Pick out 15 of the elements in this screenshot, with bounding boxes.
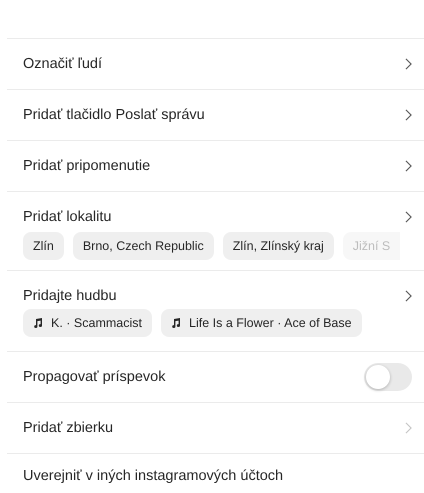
row-label[interactable]: Pridať tlačidlo Poslať správu [23,107,205,123]
music-note-icon [33,318,43,328]
row-label[interactable]: Pridať pripomenutie [23,158,150,174]
location-chip[interactable]: Zlín, Zlínský kraj [222,232,334,260]
music-chip[interactable]: Life Is a Flower · Ace of Base [161,309,362,337]
row-label[interactable]: Uverejniť v iných instagramových účtoch [23,468,284,484]
music-note-icon [171,318,181,328]
row-label[interactable]: Označiť ľudí [23,56,102,72]
toggle-switch[interactable] [364,363,412,391]
row-label: Propagovať príspevok [23,369,166,385]
row-label[interactable]: Pridajte hudbu [23,288,117,304]
location-chip[interactable]: Zlín [23,232,64,260]
location-chip[interactable]: Brno, Czech Republic [72,232,214,260]
music-chip[interactable]: K. · Scammacist [23,309,152,337]
row-label[interactable]: Pridať lokalitu [23,209,112,225]
